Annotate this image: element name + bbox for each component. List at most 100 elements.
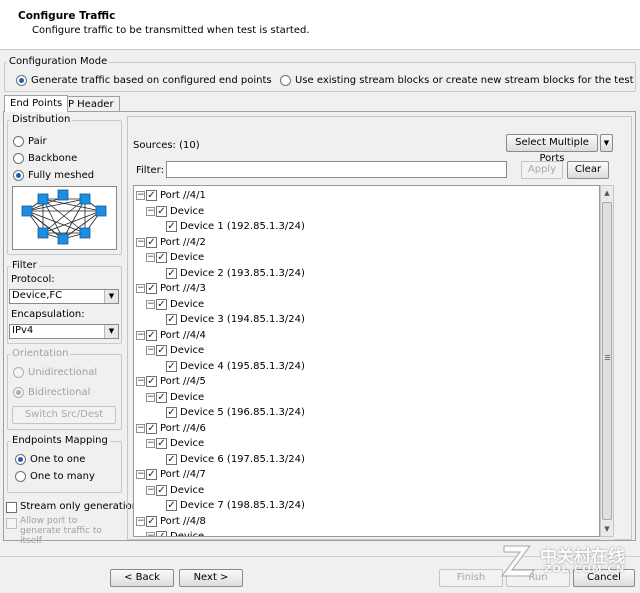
device-group-checkbox[interactable] (156, 345, 167, 356)
device-group-label: Device (170, 391, 205, 403)
dialog-title: Configure Traffic (18, 10, 116, 22)
collapse-icon[interactable]: − (146, 485, 155, 495)
device-checkbox[interactable] (166, 500, 177, 511)
port-checkbox[interactable] (146, 236, 157, 248)
collapse-icon[interactable]: − (136, 284, 145, 293)
device-checkbox[interactable] (166, 407, 177, 418)
encapsulation-value: IPv4 (12, 325, 34, 336)
unidirectional-label[interactable]: Unidirectional (28, 367, 97, 378)
scroll-thumb[interactable] (602, 202, 612, 520)
port-checkbox[interactable] (146, 376, 157, 387)
device-group-checkbox[interactable] (156, 531, 167, 536)
port-checkbox[interactable] (146, 283, 157, 294)
bidirectional-label[interactable]: Bidirectional (28, 387, 90, 398)
device-group-checkbox[interactable] (156, 484, 167, 496)
distribution-backbone-label[interactable]: Backbone (28, 153, 77, 164)
port-checkbox[interactable] (146, 422, 157, 434)
protocol-value: Device,FC (12, 290, 63, 301)
device-group-checkbox[interactable] (156, 252, 167, 263)
distribution-backbone-radio[interactable] (13, 153, 24, 164)
collapse-icon[interactable]: − (136, 470, 145, 479)
zol-logo-icon (501, 545, 535, 577)
encapsulation-label: Encapsulation: (11, 309, 85, 320)
device-checkbox[interactable] (166, 453, 177, 465)
allow-port-label[interactable]: Allow port to generate traffic to itself (20, 516, 120, 546)
switch-src-dest-button[interactable]: Switch Src/Dest (12, 406, 116, 424)
filter-input[interactable] (166, 161, 507, 178)
tab-end-points-label: End Points (10, 98, 63, 109)
port-label: Port //4/4 (160, 329, 206, 341)
one-to-one-radio[interactable] (15, 454, 26, 465)
use-existing-streams-radio[interactable] (280, 75, 291, 86)
one-to-many-radio[interactable] (15, 471, 26, 482)
device-group-checkbox[interactable] (156, 391, 167, 403)
device-label: Device 2 (193.85.1.3/24) (180, 267, 305, 279)
protocol-select[interactable]: Device,FC ▼ (9, 289, 119, 304)
collapse-icon[interactable]: − (146, 439, 155, 448)
collapse-icon[interactable]: − (146, 392, 155, 402)
unidirectional-radio[interactable] (13, 367, 24, 378)
encapsulation-select[interactable]: IPv4 ▼ (9, 324, 119, 339)
port-checkbox[interactable] (146, 515, 157, 527)
port-label: Port //4/5 (160, 376, 206, 387)
port-checkbox[interactable] (146, 469, 157, 480)
tree-vertical-scrollbar[interactable]: ▲ ▼ (600, 185, 614, 537)
device-group-label: Device (170, 484, 205, 496)
collapse-icon[interactable]: − (146, 206, 155, 216)
device-label: Device 1 (192.85.1.3/24) (180, 221, 305, 232)
collapse-icon[interactable]: − (136, 377, 145, 386)
port-label: Port //4/3 (160, 283, 206, 294)
bidirectional-radio[interactable] (13, 387, 24, 398)
allow-port-checkbox[interactable] (6, 518, 17, 529)
stream-only-checkbox[interactable] (6, 502, 17, 513)
generate-traffic-radio[interactable] (16, 75, 27, 86)
one-to-one-label[interactable]: One to one (30, 454, 85, 465)
device-checkbox[interactable] (166, 267, 177, 279)
distribution-pair-label[interactable]: Pair (28, 136, 47, 147)
collapse-icon[interactable]: − (136, 330, 145, 340)
port-label: Port //4/2 (160, 236, 206, 248)
generate-traffic-label[interactable]: Generate traffic based on configured end… (31, 75, 272, 86)
collapse-icon[interactable]: − (146, 346, 155, 355)
finish-button[interactable]: Finish (439, 569, 503, 587)
select-multiple-dropdown-button[interactable]: ▼ (600, 134, 613, 152)
distribution-fully-meshed-label[interactable]: Fully meshed (28, 170, 94, 181)
device-group-label: Device (170, 205, 205, 217)
scroll-down-icon[interactable]: ▼ (601, 522, 613, 536)
device-group-checkbox[interactable] (156, 298, 167, 310)
endpoints-mapping-group (7, 441, 122, 493)
collapse-icon[interactable]: − (146, 532, 155, 536)
device-checkbox[interactable] (166, 221, 177, 232)
stream-only-label[interactable]: Stream only generation (20, 501, 138, 512)
full-mesh-diagram (12, 186, 117, 250)
configuration-mode-label: Configuration Mode (7, 56, 110, 67)
filter-label: Filter (10, 260, 39, 271)
device-group-checkbox[interactable] (156, 205, 167, 217)
distribution-fully-meshed-radio[interactable] (13, 170, 24, 181)
distribution-pair-radio[interactable] (13, 136, 24, 147)
tab-end-points[interactable]: End Points (4, 95, 69, 112)
device-group-checkbox[interactable] (156, 438, 167, 449)
collapse-icon[interactable]: − (146, 253, 155, 262)
one-to-many-label[interactable]: One to many (30, 471, 95, 482)
collapse-icon[interactable]: − (146, 299, 155, 309)
device-label: Device 6 (197.85.1.3/24) (180, 453, 305, 465)
collapse-icon[interactable]: − (136, 237, 145, 247)
collapse-icon[interactable]: − (136, 423, 145, 433)
collapse-icon[interactable]: − (136, 191, 145, 200)
back-button[interactable]: < Back (110, 569, 174, 587)
clear-button[interactable]: Clear (567, 161, 609, 179)
next-button[interactable]: Next > (179, 569, 243, 587)
use-existing-streams-label[interactable]: Use existing stream blocks or create new… (295, 75, 634, 86)
device-checkbox[interactable] (166, 360, 177, 372)
apply-button[interactable]: Apply (521, 161, 563, 179)
collapse-icon[interactable]: − (136, 516, 145, 526)
scroll-up-icon[interactable]: ▲ (601, 186, 613, 200)
device-label: Device 5 (196.85.1.3/24) (180, 407, 305, 418)
port-label: Port //4/8 (160, 515, 206, 527)
port-checkbox[interactable] (146, 329, 157, 341)
select-multiple-ports-button[interactable]: Select Multiple Ports (506, 134, 598, 164)
device-checkbox[interactable] (166, 314, 177, 325)
port-checkbox[interactable] (146, 190, 157, 201)
device-group-label: Device (170, 345, 205, 356)
